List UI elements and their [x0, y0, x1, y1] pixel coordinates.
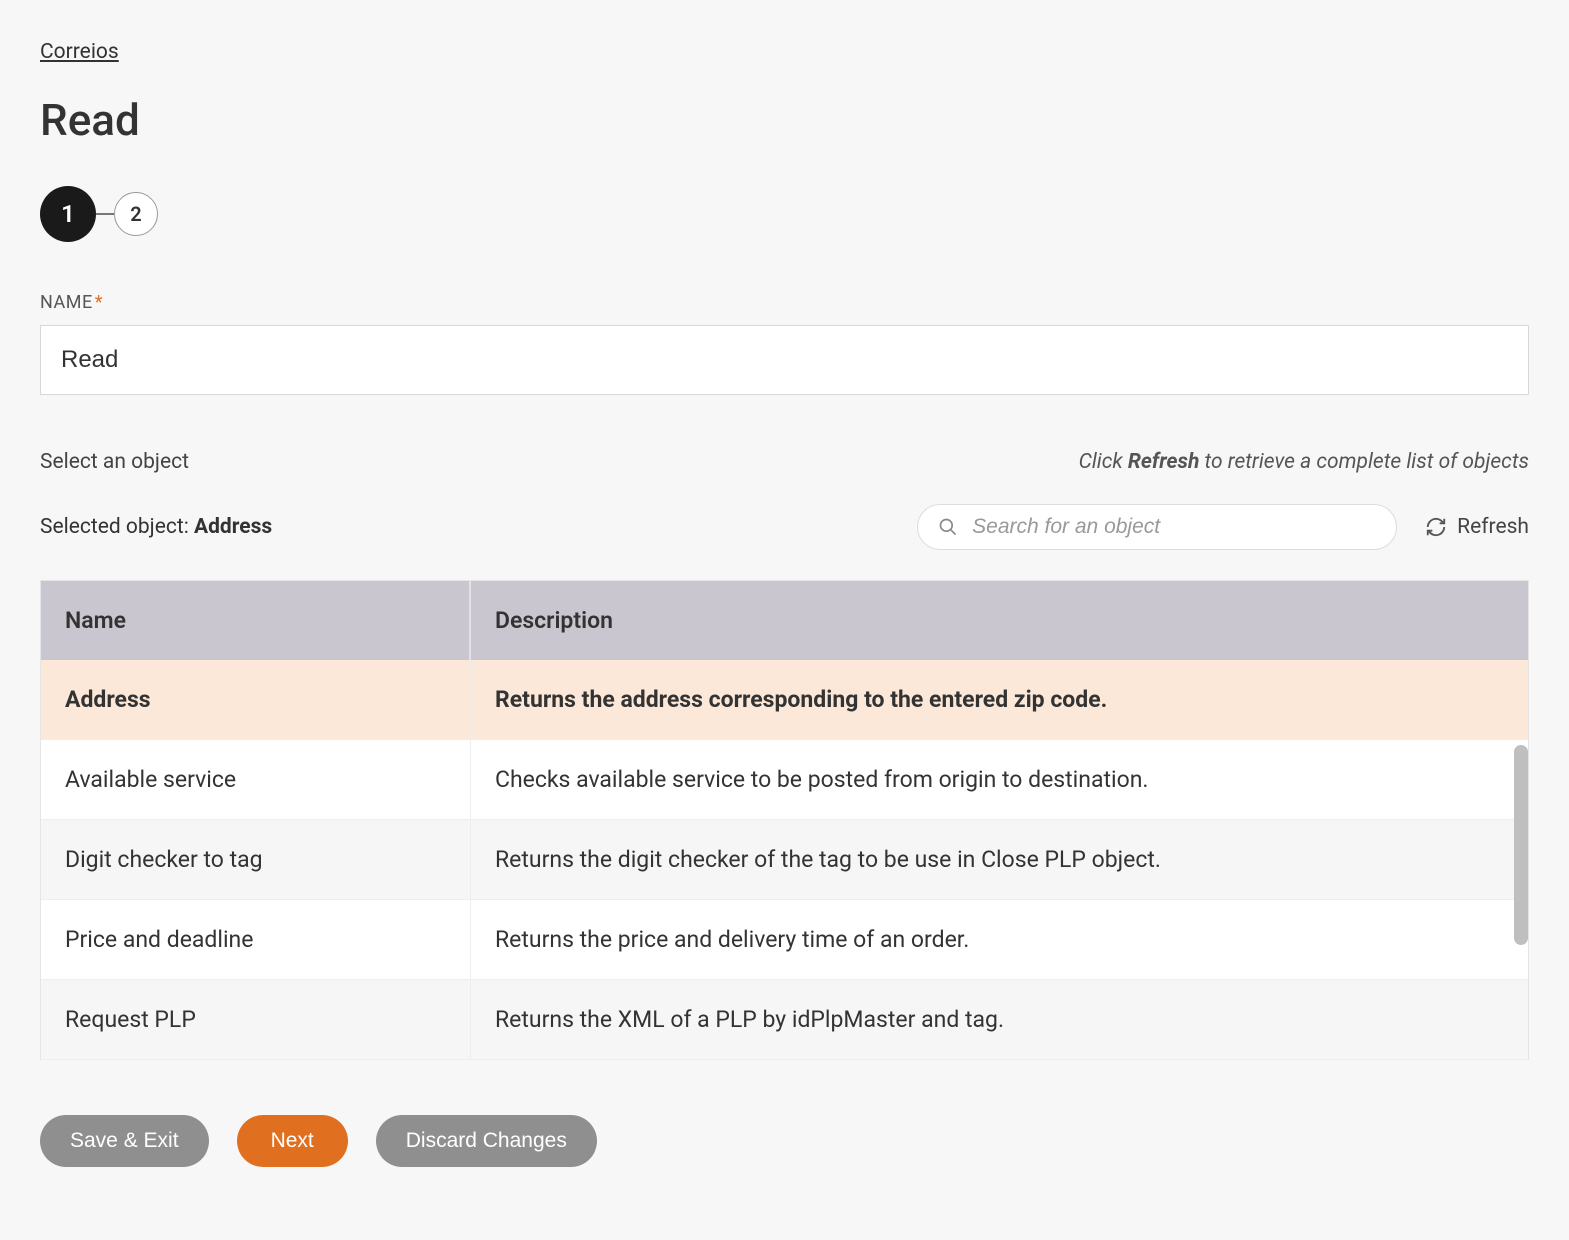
- breadcrumb-parent-link[interactable]: Correios: [40, 40, 119, 64]
- table-row[interactable]: Available serviceChecks available servic…: [41, 740, 1528, 820]
- hint-prefix: Click: [1079, 450, 1128, 474]
- name-field-label: NAME *: [40, 292, 1529, 313]
- selected-value: Address: [194, 515, 272, 539]
- breadcrumb: Correios: [40, 40, 1529, 64]
- name-label-text: NAME: [40, 292, 93, 313]
- selected-prefix: Selected object:: [40, 515, 194, 539]
- step-2[interactable]: 2: [114, 192, 158, 236]
- table-row[interactable]: AddressReturns the address corresponding…: [41, 660, 1528, 740]
- refresh-label: Refresh: [1457, 515, 1529, 539]
- refresh-icon: [1425, 516, 1447, 538]
- save-exit-button[interactable]: Save & Exit: [40, 1115, 209, 1167]
- cell-name: Address: [41, 660, 471, 740]
- cell-description: Returns the address corresponding to the…: [471, 660, 1528, 740]
- step-connector: [96, 213, 114, 215]
- cell-description: Checks available service to be posted fr…: [471, 740, 1528, 820]
- page-title: Read: [40, 94, 1529, 146]
- required-asterisk: *: [95, 292, 103, 313]
- next-button[interactable]: Next: [237, 1115, 348, 1167]
- footer-buttons: Save & Exit Next Discard Changes: [40, 1115, 1529, 1167]
- cell-description: Returns the digit checker of the tag to …: [471, 820, 1528, 900]
- selected-object-label: Selected object: Address: [40, 515, 272, 539]
- refresh-button[interactable]: Refresh: [1425, 515, 1529, 539]
- scroll-track: [1514, 663, 1528, 1060]
- cell-name: Request PLP: [41, 980, 471, 1060]
- hint-suffix: to retrieve a complete list of objects: [1199, 450, 1529, 474]
- cell-name: Price and deadline: [41, 900, 471, 980]
- stepper: 1 2: [40, 186, 1529, 242]
- step-1[interactable]: 1: [40, 186, 96, 242]
- table-row[interactable]: Request PLPReturns the XML of a PLP by i…: [41, 980, 1528, 1060]
- select-object-label: Select an object: [40, 450, 189, 474]
- discard-button[interactable]: Discard Changes: [376, 1115, 597, 1167]
- cell-description: Returns the price and delivery time of a…: [471, 900, 1528, 980]
- objects-table-shell: Name Description AddressReturns the addr…: [40, 580, 1529, 1060]
- table-row[interactable]: Price and deadlineReturns the price and …: [41, 900, 1528, 980]
- search-wrap[interactable]: [917, 504, 1397, 550]
- cell-name: Available service: [41, 740, 471, 820]
- cell-name: Digit checker to tag: [41, 820, 471, 900]
- cell-description: Returns the XML of a PLP by idPlpMaster …: [471, 980, 1528, 1060]
- name-input[interactable]: [40, 325, 1529, 395]
- table-row[interactable]: Digit checker to tagReturns the digit ch…: [41, 820, 1528, 900]
- refresh-hint: Click Refresh to retrieve a complete lis…: [1079, 450, 1529, 474]
- hint-bold: Refresh: [1128, 450, 1199, 474]
- scrollbar-thumb[interactable]: [1514, 745, 1528, 945]
- col-header-name[interactable]: Name: [41, 581, 471, 660]
- col-header-description[interactable]: Description: [471, 581, 1528, 660]
- search-input[interactable]: [972, 515, 1376, 539]
- objects-table: Name Description AddressReturns the addr…: [41, 581, 1528, 1060]
- search-icon: [938, 517, 958, 537]
